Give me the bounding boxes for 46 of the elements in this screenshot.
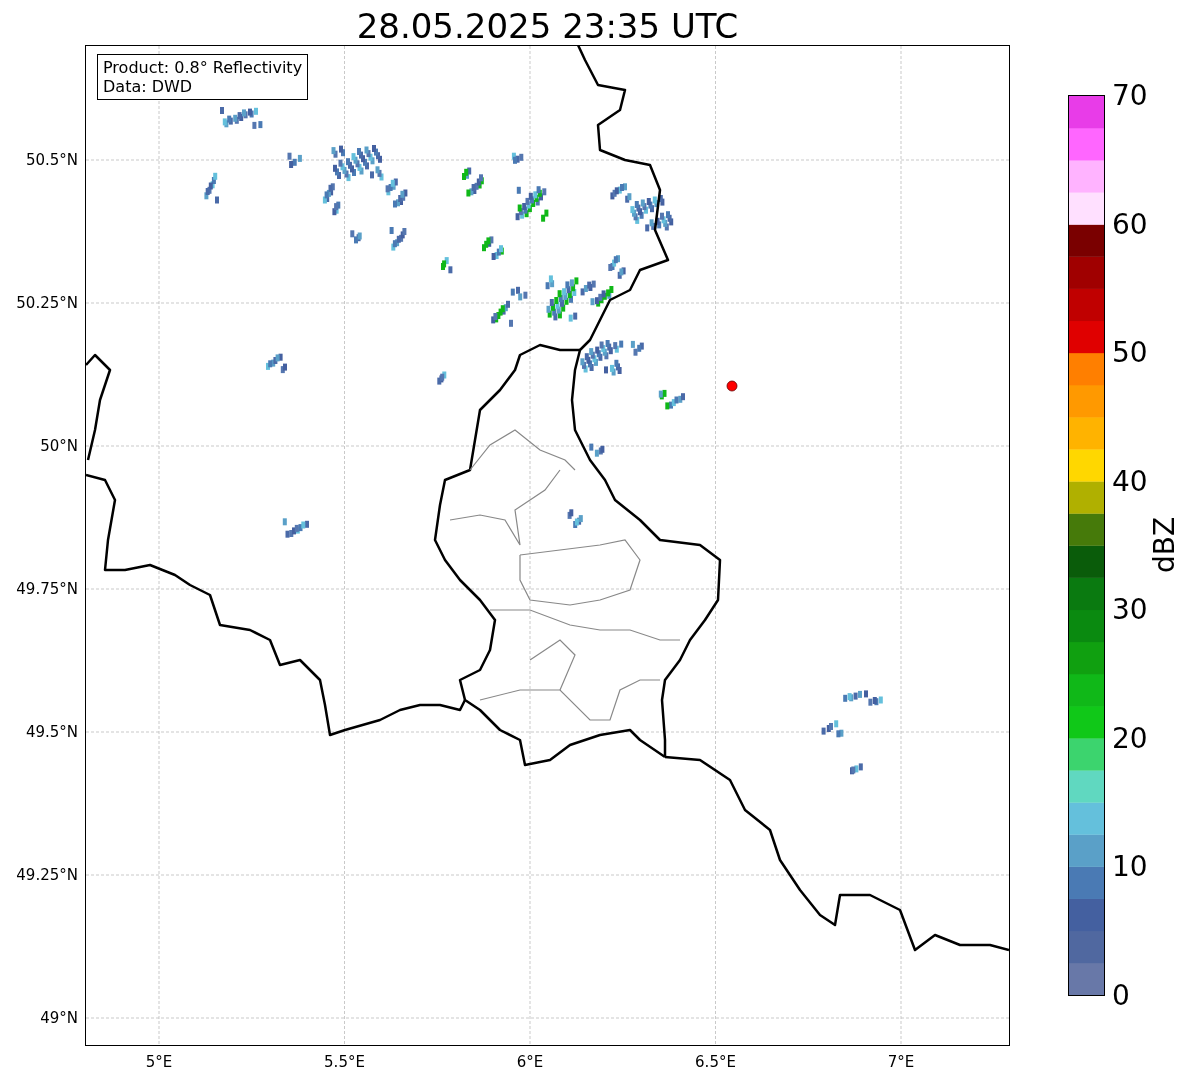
info-text: Data: DWD [103,77,194,96]
chart-title: 28.05.2025 23:35 UTC [355,5,740,45]
radar-echo [482,236,504,260]
radar-echo [220,107,263,129]
radar-echo [658,389,685,410]
longitude-label: 5.5°E [324,1053,365,1071]
radar-echo [462,167,484,197]
radar-echo [589,443,605,457]
radar-echo [441,257,453,274]
latitude-label: 49.25°N [16,866,78,884]
longitude-label: 5°E [145,1053,173,1071]
radar-echo [580,340,624,376]
colorbar-tick-label: 30 [1112,592,1148,626]
location-marker [726,380,738,392]
radar-echo [821,720,844,738]
longitude-label: 7°E [887,1053,915,1071]
radar-echo [204,172,219,204]
latitude-label: 50.5°N [25,151,78,169]
radar-echo [282,518,309,538]
radar-echo [287,152,302,168]
colorbar-tick-label: 20 [1112,721,1148,755]
colorbar-tick-label: 70 [1112,78,1148,112]
longitude-label: 6°E [516,1053,544,1071]
radar-echo [389,227,407,251]
colorbar-tick-label: 60 [1112,207,1148,241]
longitude-label: 6.5°E [695,1053,736,1071]
colorbar-tick-label: 50 [1112,335,1148,369]
colorbar-tick-label: 10 [1112,849,1148,883]
radar-echo [511,152,524,164]
radar-echo [630,340,644,356]
radar-echo [515,186,549,222]
colorbar-label: dBZ [1147,516,1181,574]
colorbar-tick-label: 40 [1112,464,1148,498]
latitude-label: 49.5°N [25,723,78,741]
latitude-label: 49.75°N [16,580,78,598]
radar-echo [843,690,883,706]
latitude-label: 49°N [40,1009,78,1027]
latitude-label: 50.25°N [16,294,78,312]
colorbar-tick-label: 0 [1112,978,1130,1012]
radar-echo [350,230,362,244]
radar-echo [567,509,583,528]
radar-echo [266,353,287,374]
radar-echo [437,371,447,385]
latitude-label: 50°N [40,437,78,455]
radar-echo [850,763,863,775]
info-text: Product: 0.8° Reflectivity [103,58,303,77]
